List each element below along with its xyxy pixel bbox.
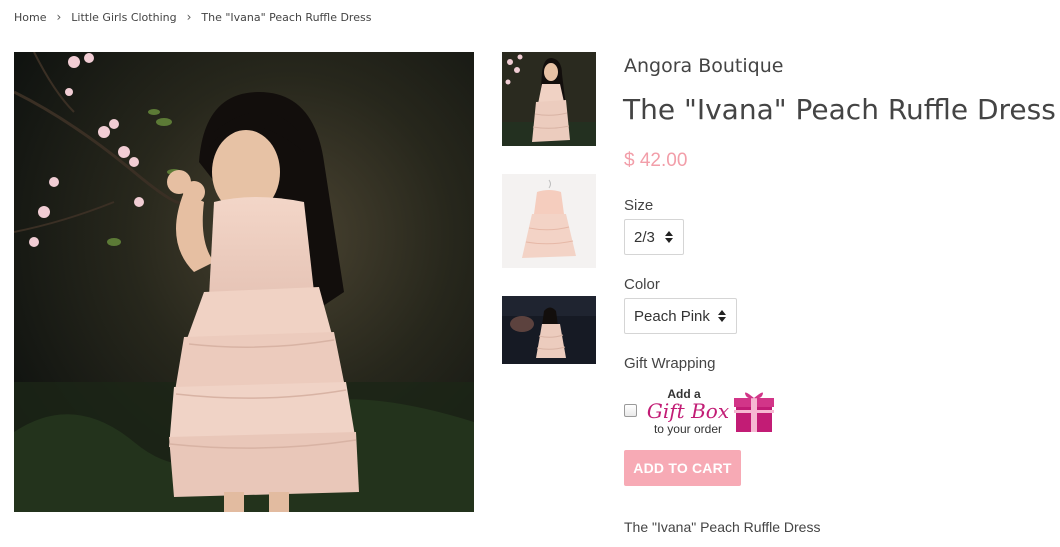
product-price: $ 42.00 (624, 150, 688, 171)
select-arrows-icon (718, 310, 726, 322)
gift-wrapping-checkbox[interactable] (624, 404, 637, 417)
main-product-image[interactable] (14, 52, 474, 512)
size-label: Size (624, 197, 654, 214)
gift-box-graphic: Add a Gift Box to your order (646, 386, 776, 436)
breadcrumb-category-link[interactable]: Little Girls Clothing (71, 11, 176, 24)
vendor-name: Angora Boutique (624, 55, 784, 77)
thumbnail-image-1[interactable] (502, 52, 596, 146)
gift-graphic-line-3: to your order (654, 422, 722, 436)
gift-graphic-line-2: Gift Box (647, 399, 729, 423)
breadcrumb-separator: › (186, 10, 192, 24)
breadcrumb: Home › Little Girls Clothing › The "Ivan… (14, 10, 371, 24)
breadcrumb-current: The "Ivana" Peach Ruffle Dress (201, 10, 372, 24)
breadcrumb-home-link[interactable]: Home (14, 11, 46, 24)
add-to-cart-button[interactable]: ADD TO CART (624, 450, 741, 486)
color-label: Color (624, 276, 660, 293)
breadcrumb-separator: › (56, 10, 62, 24)
color-select-value: Peach Pink (634, 307, 710, 325)
thumbnail-image-3[interactable] (502, 296, 596, 364)
size-select-value: 2/3 (634, 228, 655, 246)
color-select[interactable]: Peach Pink (624, 298, 737, 334)
select-arrows-icon (665, 231, 673, 243)
thumbnail-image-2[interactable] (502, 174, 596, 268)
gift-box-icon (734, 392, 774, 432)
product-description: The "Ivana" Peach Ruffle Dress (624, 519, 821, 535)
gift-wrapping-label: Gift Wrapping (624, 355, 716, 372)
size-select[interactable]: 2/3 (624, 219, 684, 255)
product-title: The "Ivana" Peach Ruffle Dress (623, 93, 1056, 126)
